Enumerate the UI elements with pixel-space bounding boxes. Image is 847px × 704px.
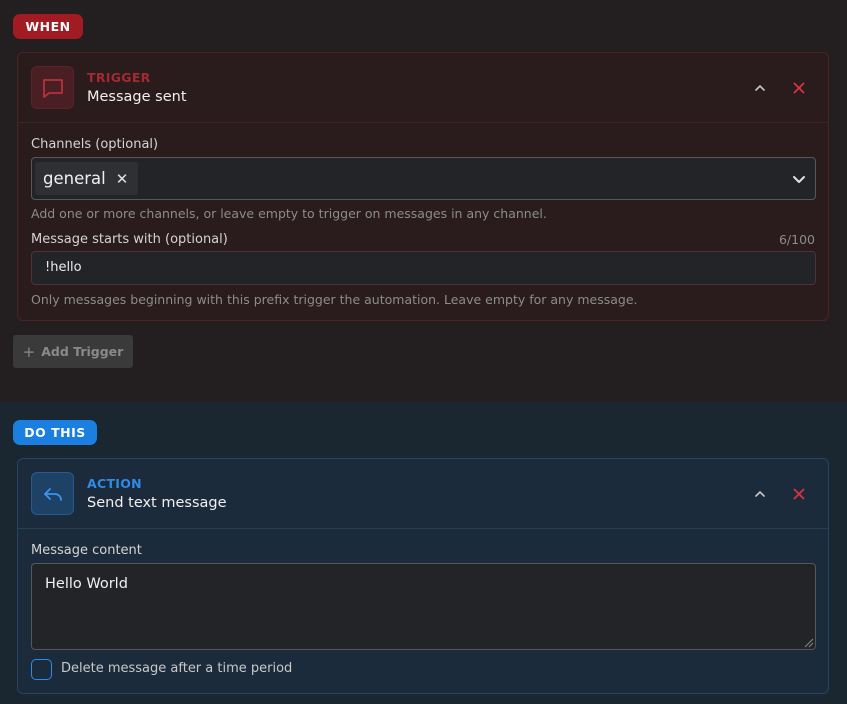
resize-grip-icon[interactable] [804, 638, 814, 648]
prefix-label: Message starts with (optional) [31, 232, 228, 247]
collapse-action-button[interactable] [749, 483, 771, 505]
do-this-badge: DO THIS [13, 420, 97, 445]
action-card: ACTION Send text message Message content… [17, 458, 829, 694]
channels-select[interactable]: general ✕ [31, 157, 816, 200]
action-kicker: ACTION [87, 476, 142, 491]
chevron-up-icon [755, 491, 765, 497]
add-trigger-button[interactable]: + Add Trigger [13, 335, 133, 368]
chat-bubble-icon [31, 66, 74, 109]
chevron-up-icon [755, 85, 765, 91]
when-badge: WHEN [13, 14, 83, 39]
remove-channel-icon[interactable]: ✕ [116, 170, 129, 188]
add-trigger-label: Add Trigger [41, 344, 124, 359]
channels-label: Channels (optional) [31, 137, 159, 152]
delete-after-checkbox[interactable] [31, 659, 52, 680]
trigger-kicker: TRIGGER [87, 70, 151, 85]
action-card-header: ACTION Send text message [18, 459, 828, 529]
remove-action-button[interactable] [788, 483, 810, 505]
collapse-trigger-button[interactable] [749, 77, 771, 99]
prefix-counter: 6/100 [778, 232, 815, 247]
trigger-card: TRIGGER Message sent Channels (optional)… [17, 52, 829, 321]
trigger-title: Message sent [87, 89, 187, 105]
reply-arrow-icon [31, 472, 74, 515]
message-content-textarea[interactable]: Hello World [31, 563, 816, 650]
message-content-label: Message content [31, 543, 142, 558]
close-icon [793, 488, 805, 500]
plus-icon: + [22, 342, 36, 361]
channel-chip-label: general [43, 169, 106, 188]
channel-chip-general: general ✕ [35, 162, 139, 195]
channels-help: Add one or more channels, or leave empty… [31, 206, 547, 221]
prefix-help: Only messages beginning with this prefix… [31, 292, 638, 307]
chevron-down-icon[interactable] [790, 170, 808, 188]
remove-trigger-button[interactable] [788, 77, 810, 99]
delete-after-label: Delete message after a time period [61, 661, 293, 676]
message-content-value: Hello World [45, 576, 128, 592]
prefix-input[interactable]: !hello [31, 251, 816, 285]
close-icon [793, 82, 805, 94]
trigger-card-header: TRIGGER Message sent [18, 53, 828, 123]
when-section: WHEN TRIGGER Message sent Channels (opti… [0, 0, 847, 402]
action-title: Send text message [87, 495, 227, 511]
